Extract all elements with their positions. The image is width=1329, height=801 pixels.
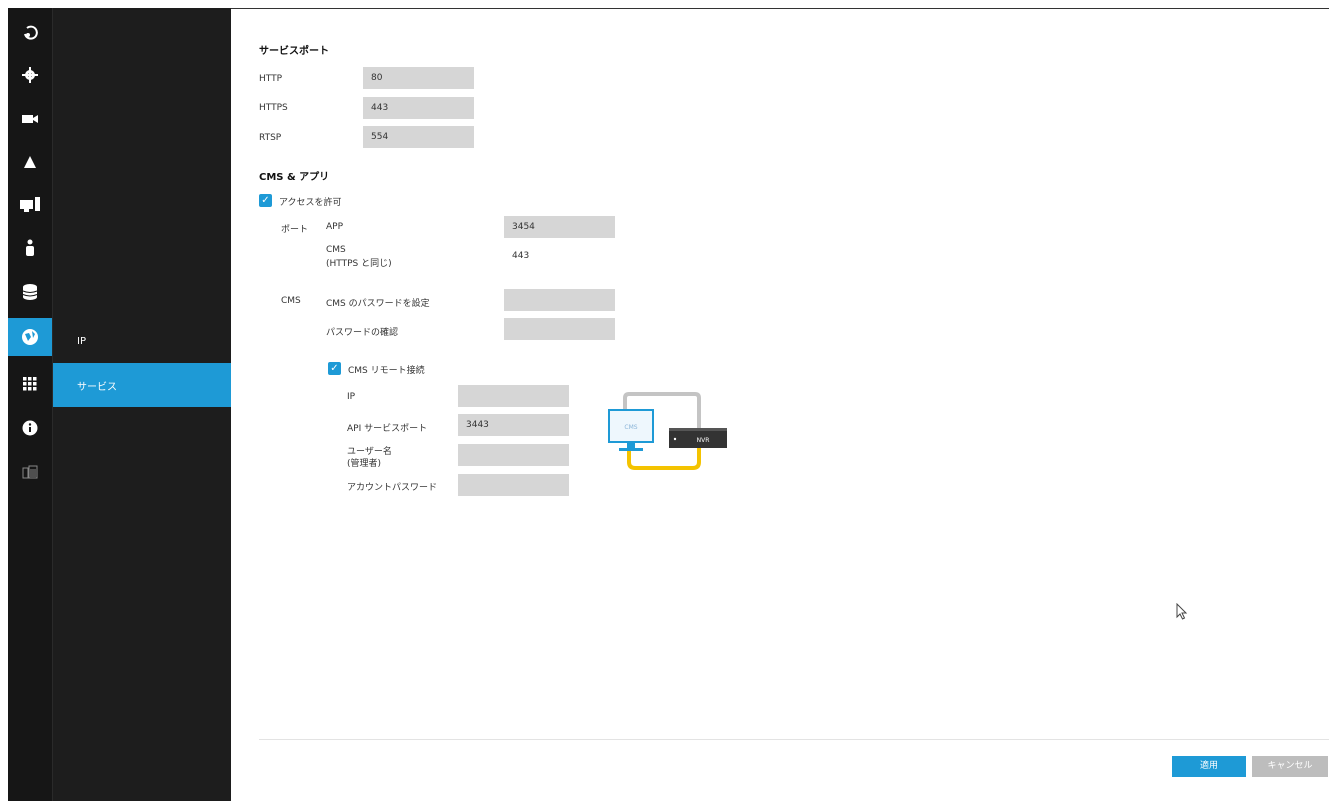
display-icon[interactable] [8,186,52,224]
submenu-item-label: IP [77,335,86,347]
username-field[interactable] [458,444,569,466]
cms-remote-checkbox[interactable]: ✓ [328,362,341,375]
alarm-icon[interactable] [8,143,52,181]
submenu-item-ip[interactable]: IP [53,319,232,363]
storage-icon[interactable] [8,273,52,311]
user-icon[interactable] [8,229,52,267]
username-label-line2: (管理者) [347,459,382,469]
cms-port-value: 443 [512,251,530,261]
top-border [231,8,1329,9]
footer-divider [259,739,1329,740]
port-label: ポート [281,225,309,235]
http-label: HTTP [259,74,283,84]
cms-password-label: CMS のパスワードを設定 [326,299,430,309]
cancel-button[interactable]: キャンセル [1252,756,1328,777]
cms-section-label: CMS [281,296,301,306]
allow-access-label: アクセスを許可 [279,198,342,208]
cms-password-field[interactable] [504,289,615,311]
allow-access-checkbox[interactable]: ✓ [259,194,272,207]
gear-icon[interactable] [8,56,52,94]
cms-remote-label: CMS リモート接続 [348,366,425,376]
remote-ip-label: IP [347,392,356,402]
mouse-cursor-icon [1176,603,1188,620]
https-port-field[interactable]: 443 [363,97,474,119]
cms-nvr-diagram: CMS NVR [608,392,727,470]
app-label: APP [326,222,344,232]
confirm-password-field[interactable] [504,318,615,340]
http-port-field[interactable]: 80 [363,67,474,89]
diagram-nvr-label: NVR [697,437,710,444]
building-icon[interactable] [8,453,52,491]
cms-port-label-line1: CMS [326,245,346,255]
diagram-cms-label: CMS [624,424,637,431]
https-label: HTTPS [259,103,288,113]
app-port-field[interactable]: 3454 [504,216,615,238]
submenu-panel: IP サービス [52,8,232,801]
info-icon[interactable] [8,409,52,447]
submenu-item-label: サービス [77,381,117,393]
rtsp-port-field[interactable]: 554 [363,126,474,148]
service-port-title: サービスポート [259,46,329,57]
account-password-label: アカウントパスワード [347,483,438,493]
logout-icon[interactable] [8,14,52,52]
confirm-password-label: パスワードの確認 [326,328,399,338]
remote-ip-field[interactable] [458,385,569,407]
icon-rail [8,8,52,801]
api-port-label: API サービスポート [347,424,428,434]
cms-port-label-line2: (HTTPS と同じ) [326,259,392,269]
network-icon[interactable] [8,318,52,356]
rtsp-label: RTSP [259,133,282,143]
main-panel: サービスポート HTTP 80 HTTPS 443 RTSP 554 CMS &… [231,8,1329,801]
camera-icon[interactable] [8,100,52,138]
submenu-item-service[interactable]: サービス [53,363,232,407]
apps-icon[interactable] [8,365,52,403]
cms-app-title: CMS & アプリ [259,172,330,183]
api-port-field[interactable]: 3443 [458,414,569,436]
apply-button[interactable]: 適用 [1172,756,1246,777]
account-password-field[interactable] [458,474,569,496]
